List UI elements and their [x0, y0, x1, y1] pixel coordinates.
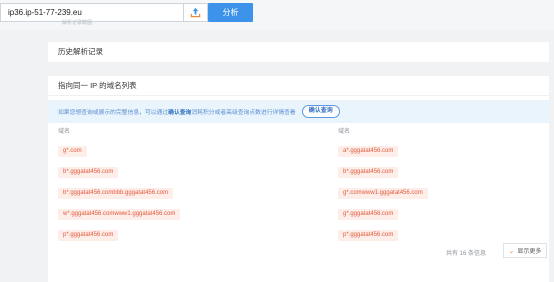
result-count: 共有 16 条信息 [446, 251, 487, 257]
history-title[interactable]: 历史解析记录 [48, 42, 549, 61]
domain-tag[interactable]: g*.gggatat456.com [338, 209, 399, 220]
upload-button[interactable] [183, 3, 208, 22]
search-bar: 分析 解析记录截图 [0, 0, 554, 30]
column-header: 域名 [338, 129, 351, 135]
domain-tag[interactable]: g*.com [58, 146, 87, 157]
domain-tag[interactable]: w*.gggatat456.comwww1.gggatat456.com [58, 209, 181, 220]
chevron-down-icon: ⌄ [508, 247, 515, 255]
confirm-query-button[interactable]: 确认查询 [301, 105, 340, 118]
notice-text: 如果您想查询或展示的完整信息，可以通过确认查询消耗积分或者高级查询点数进行详情查… [58, 107, 296, 116]
domain-column-left: 域名 g*.com b*.gggatat456.com b*.gggatat45… [58, 126, 181, 251]
domain-tag[interactable]: p*.gggatat456.com [58, 230, 119, 241]
domain-tag[interactable]: b*.gggatat456.com [338, 167, 399, 178]
domain-list-title: 指向同一 IP 的域名列表 [58, 81, 137, 90]
domain-tag[interactable]: b*.gggatat456.com [58, 167, 119, 178]
notice-lead: 如果您想查询或展示的完整信息，可以通过 [58, 110, 169, 116]
column-header: 域名 [58, 129, 71, 135]
domain-tag[interactable]: g*.comwww1.gggatat456.com [338, 188, 428, 199]
domain-tag[interactable]: p*.gggatat456.com [338, 230, 399, 241]
faint-caption: 解析记录截图 [62, 20, 93, 26]
history-panel: 历史解析记录 [48, 42, 549, 62]
notice-tail: 消耗积分或者高级查询点数进行详情查看 [191, 110, 296, 116]
domain-column-right: 域名 a*.gggatat456.com b*.gggatat456.com g… [338, 126, 428, 251]
divider [48, 95, 549, 96]
analyze-button[interactable]: 分析 [208, 3, 253, 22]
query-notice: 如果您想查询或展示的完整信息，可以通过确认查询消耗积分或者高级查询点数进行详情查… [48, 100, 549, 123]
upload-icon [190, 7, 201, 18]
domain-list-panel: 指向同一 IP 的域名列表 如果您想查询或展示的完整信息，可以通过确认查询消耗积… [48, 76, 549, 282]
notice-bold: 确认查询 [168, 110, 192, 116]
show-more-button[interactable]: ⌄ 显示更多 [503, 243, 547, 258]
show-more-label: 显示更多 [517, 249, 542, 255]
domain-tag[interactable]: a*.gggatat456.com [338, 146, 399, 157]
domain-tag[interactable]: b*.gggatat456.combbb.gggatat456.com [58, 188, 174, 199]
